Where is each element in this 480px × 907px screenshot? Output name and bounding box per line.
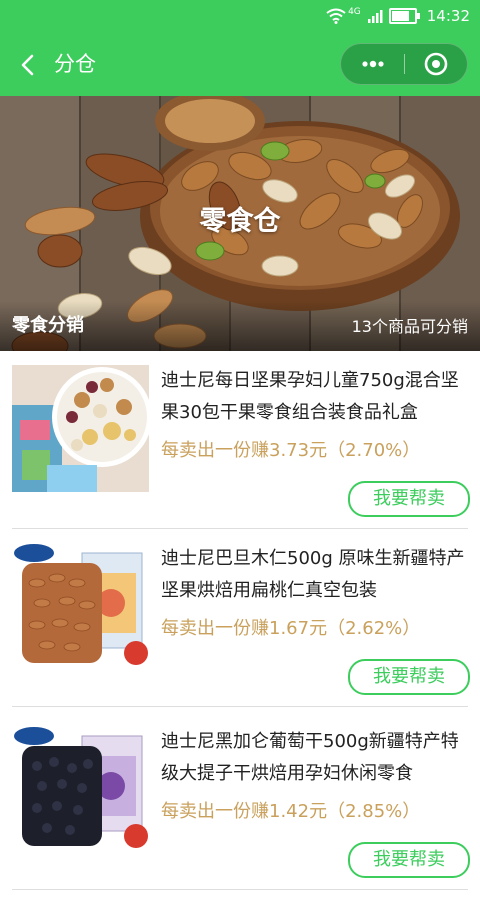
product-earning: 每卖出一份赚1.42元（2.85%） <box>161 801 421 822</box>
divider <box>12 889 468 890</box>
product-name[interactable]: 迪士尼每日坚果孕妇儿童750g混合坚果30包干果零食组合装食品礼盒 <box>161 365 471 429</box>
product-earning: 每卖出一份赚3.73元（2.70%） <box>161 440 421 461</box>
banner-product-count: 13个商品可分销 <box>351 317 468 336</box>
nav-bar: 分仓 <box>0 32 480 96</box>
product-name[interactable]: 迪士尼黑加仑葡萄干500g新疆特产特级大提子干烘焙用孕妇休闲零食 <box>161 726 471 790</box>
back-arrow-icon[interactable] <box>14 50 44 80</box>
product-image <box>12 726 149 853</box>
status-time: 14:32 <box>426 7 470 25</box>
battery-icon <box>388 8 420 24</box>
product-earning: 每卖出一份赚1.67元（2.62%） <box>161 618 421 639</box>
product-image <box>12 365 149 492</box>
help-sell-button[interactable]: 我要帮卖 <box>348 842 470 878</box>
product-item[interactable]: 迪士尼黑加仑葡萄干500g新疆特产特级大提子干烘焙用孕妇休闲零食 每卖出一份赚1… <box>0 712 480 890</box>
more-icon[interactable] <box>357 50 389 78</box>
close-circle-icon[interactable] <box>421 50 451 78</box>
page-title: 分仓 <box>54 52 96 76</box>
product-item[interactable]: 迪士尼每日坚果孕妇儿童750g混合坚果30包干果零食组合装食品礼盒 每卖出一份赚… <box>0 351 480 529</box>
banner-category-label: 零食分销 <box>12 315 84 336</box>
product-image <box>12 543 149 670</box>
mini-program-capsule <box>340 43 468 85</box>
warehouse-banner[interactable]: 零食仓 零食分销 13个商品可分销 <box>0 96 480 351</box>
product-name[interactable]: 迪士尼巴旦木仁500g 原味生新疆特产坚果烘焙用扁桃仁真空包装 <box>161 543 471 607</box>
divider <box>12 706 468 707</box>
network-type: 4G <box>348 7 361 17</box>
help-sell-button[interactable]: 我要帮卖 <box>348 481 470 517</box>
banner-title: 零食仓 <box>199 206 281 237</box>
wifi-icon <box>326 8 346 24</box>
signal-icon <box>367 10 383 23</box>
capsule-divider <box>404 54 405 74</box>
status-icons: 4G 14:32 <box>326 6 470 26</box>
help-sell-button[interactable]: 我要帮卖 <box>348 659 470 695</box>
product-item[interactable]: 迪士尼巴旦木仁500g 原味生新疆特产坚果烘焙用扁桃仁真空包装 每卖出一份赚1.… <box>0 529 480 707</box>
status-bar: 4G 14:32 <box>0 0 480 32</box>
